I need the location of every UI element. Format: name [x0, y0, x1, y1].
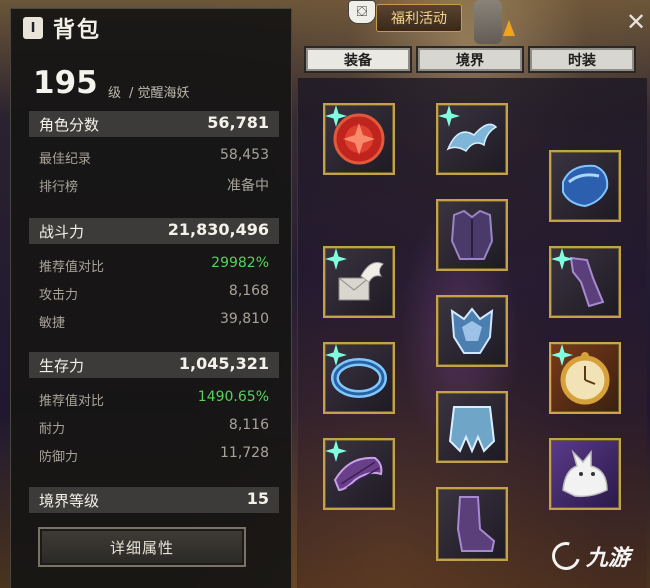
realm-level-header: 境界等级 15	[29, 487, 279, 513]
leaderboard-label: 排行榜	[39, 180, 79, 195]
background-statue-decoration	[474, 0, 502, 44]
score-header: 角色分数 56,781	[29, 111, 279, 137]
survival-header: 生存力 1,045,321	[29, 352, 279, 378]
watermark-text: 九游	[586, 546, 631, 571]
combat-ratio-row: 推荐值对比 29982%	[29, 254, 279, 276]
best-record-value: 58,453	[220, 147, 269, 163]
agility-row: 敏捷 39,810	[29, 310, 279, 332]
winged-letter-icon[interactable]	[323, 246, 395, 318]
endurance-value: 8,116	[228, 417, 269, 433]
survival-ratio-label: 推荐值对比	[39, 394, 105, 409]
crystal-skirt-armor-icon[interactable]	[436, 391, 508, 463]
combat-ratio-label: 推荐值对比	[39, 260, 105, 275]
survival-ratio-row: 推荐值对比 1490.65%	[29, 388, 279, 410]
survival-ratio-value: 1490.65%	[197, 389, 269, 405]
inventory-stats-panel: I 背包 195 级 / 觉醒海妖 角色分数 56,781 最佳纪录 58,45…	[10, 8, 292, 588]
detail-attributes-button[interactable]: 详细属性	[38, 527, 246, 567]
endurance-label: 耐力	[39, 422, 66, 437]
white-wolf-pet-icon[interactable]	[549, 438, 621, 510]
enhance-star-icon	[551, 248, 573, 270]
defense-row: 防御力 11,728	[29, 444, 279, 466]
class-title: / 觉醒海妖	[129, 86, 190, 101]
purple-leg-armor-icon[interactable]	[549, 246, 621, 318]
tab-equipment[interactable]: 装备	[304, 46, 412, 73]
leaderboard-row[interactable]: 排行榜 准备中	[29, 174, 279, 196]
welfare-event-button[interactable]: 福利活动	[376, 4, 462, 32]
watermark: 九游	[546, 536, 631, 576]
best-record-label: 最佳纪录	[39, 152, 92, 167]
tab-realm[interactable]: 境界	[416, 46, 524, 73]
red-gem-orb-icon[interactable]	[323, 103, 395, 175]
title-bar: I 背包	[11, 9, 293, 47]
attack-label: 攻击力	[39, 288, 79, 303]
score-value: 56,781	[207, 113, 269, 132]
enhance-star-icon	[325, 248, 347, 270]
attack-row: 攻击力 8,168	[29, 282, 279, 304]
realm-level-value: 15	[246, 489, 269, 508]
agility-label: 敏捷	[39, 316, 66, 331]
enhance-star-icon	[325, 344, 347, 366]
leaderboard-value: 准备中	[227, 178, 269, 194]
blue-bracelet-icon[interactable]	[323, 342, 395, 414]
enhance-star-icon	[551, 344, 573, 366]
score-label: 角色分数	[39, 116, 100, 134]
flame-icon	[500, 6, 518, 36]
combat-power-value: 21,830,496	[167, 220, 269, 239]
enhance-star-icon	[438, 105, 460, 127]
survival-label: 生存力	[39, 357, 85, 375]
crystal-shoulder-armor-icon[interactable]	[436, 295, 508, 367]
event-chest-icon[interactable]: ⛋	[348, 0, 376, 24]
purple-boots-icon[interactable]	[436, 487, 508, 561]
golden-pocket-watch-icon[interactable]	[549, 342, 621, 414]
enhance-star-icon	[325, 440, 347, 462]
attack-value: 8,168	[228, 283, 269, 299]
hotkey-badge: I	[23, 17, 43, 39]
defense-label: 防御力	[39, 450, 79, 465]
window-title: 背包	[53, 18, 102, 43]
survival-value: 1,045,321	[178, 354, 269, 373]
purple-belt-icon[interactable]	[323, 438, 395, 510]
blue-gauntlet-icon[interactable]	[549, 150, 621, 222]
close-icon[interactable]: ✕	[624, 10, 648, 34]
character-level: 195	[33, 65, 98, 101]
level-unit: 级	[108, 86, 122, 101]
best-record-row: 最佳纪录 58,453	[29, 146, 279, 168]
enhance-star-icon	[325, 105, 347, 127]
tab-fashion[interactable]: 时装	[528, 46, 636, 73]
defense-value: 11,728	[220, 445, 269, 461]
combat-ratio-value: 29982%	[211, 255, 269, 271]
realm-level-label: 境界等级	[39, 492, 100, 510]
combat-power-header: 战斗力 21,830,496	[29, 218, 279, 244]
watermark-logo-icon	[546, 536, 586, 576]
crystal-horn-helmet-icon[interactable]	[436, 103, 508, 175]
purple-chest-armor-icon[interactable]	[436, 199, 508, 271]
agility-value: 39,810	[220, 311, 269, 327]
endurance-row: 耐力 8,116	[29, 416, 279, 438]
combat-power-label: 战斗力	[39, 223, 85, 241]
